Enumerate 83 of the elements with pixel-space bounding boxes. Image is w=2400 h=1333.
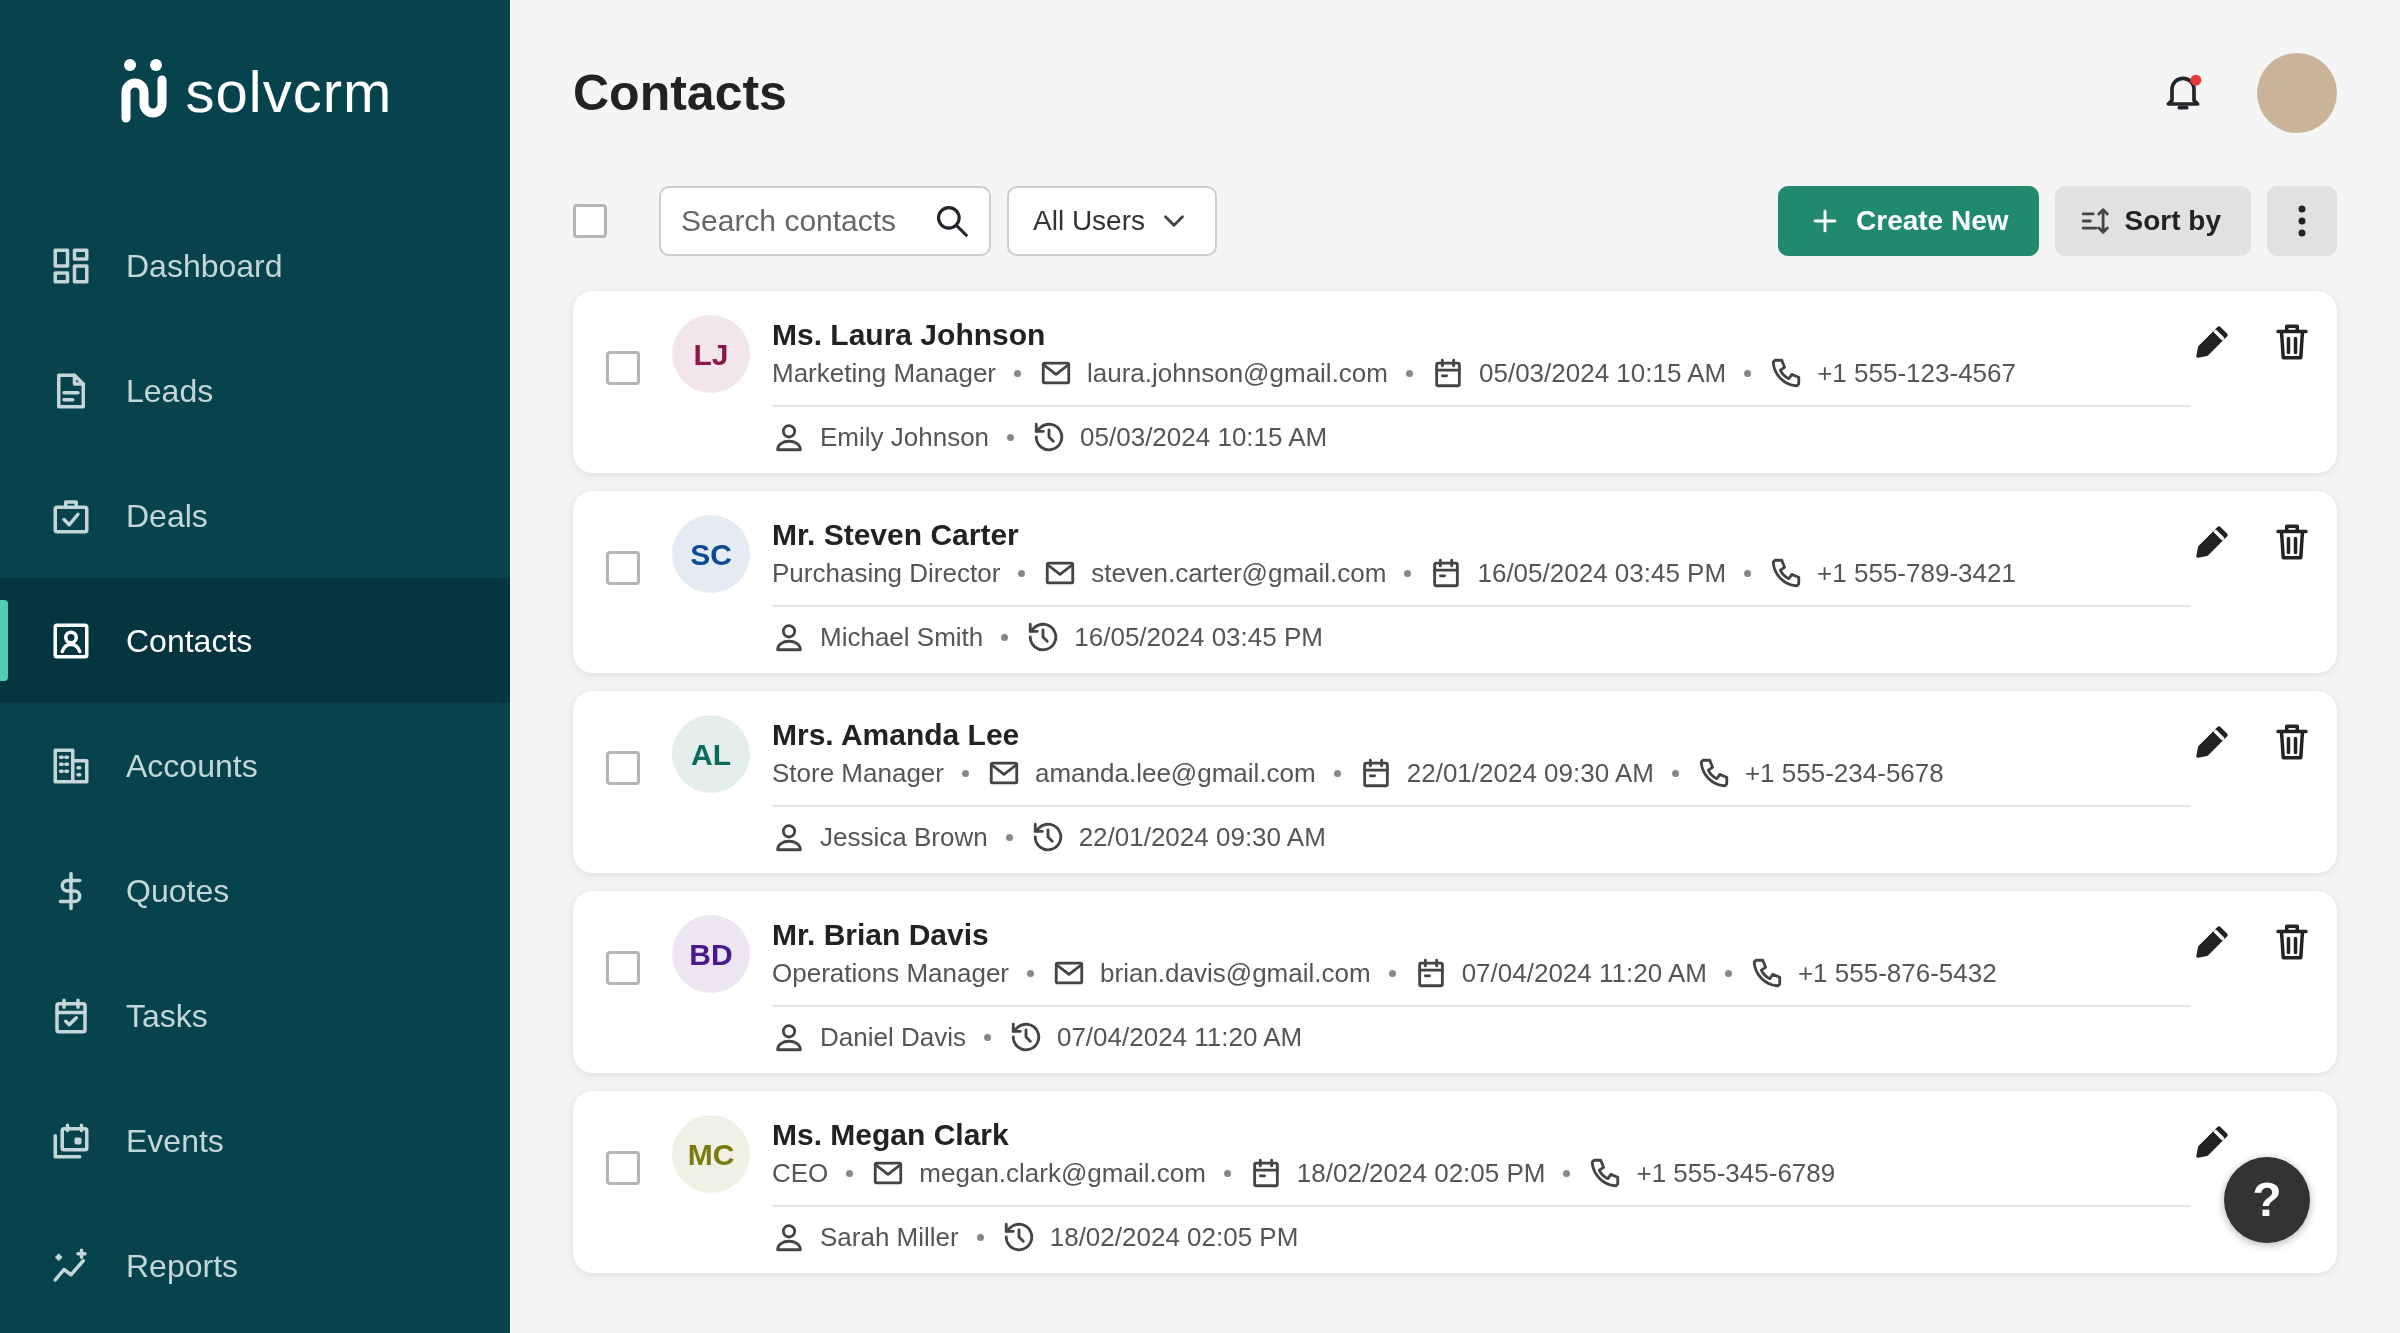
contact-name[interactable]: Mr. Steven Carter <box>772 515 2191 555</box>
updated-date: 05/03/2024 10:15 AM <box>1080 421 1328 454</box>
sidebar-item[interactable]: Accounts <box>0 703 510 828</box>
initials-avatar: BD <box>672 915 750 993</box>
created-date: 07/04/2024 11:20 AM <box>1461 957 1707 990</box>
more-vertical-icon <box>2297 204 2307 238</box>
owner-name: Sarah Miller <box>820 1221 959 1254</box>
separator-dot <box>1671 769 1679 777</box>
separator-dot <box>1018 569 1026 577</box>
sort-button[interactable]: Sort by <box>2054 186 2251 256</box>
initials-avatar: MC <box>672 1115 750 1193</box>
separator-dot <box>846 1169 854 1177</box>
job-title: Operations Manager <box>772 957 1010 990</box>
contact-name[interactable]: Mrs. Amanda Lee <box>772 715 2191 755</box>
row-checkbox[interactable] <box>606 551 640 585</box>
initials-avatar: AL <box>672 715 750 793</box>
updated-date: 16/05/2024 03:45 PM <box>1074 621 1323 654</box>
contact-name[interactable]: Ms. Laura Johnson <box>772 315 2191 355</box>
phone-number: +1 555-123-4567 <box>1817 357 2016 390</box>
separator-dot <box>1404 569 1412 577</box>
phone-number: +1 555-789-3421 <box>1817 557 2016 590</box>
separator-dot <box>1014 369 1021 377</box>
separator-dot <box>976 1233 984 1241</box>
separator-dot <box>1406 369 1413 377</box>
contact-name[interactable]: Mr. Brian Davis <box>772 915 2191 955</box>
sidebar-item[interactable]: Leads <box>0 328 510 453</box>
owner-name: Jessica Brown <box>820 821 988 854</box>
phone-number: +1 555-876-5432 <box>1797 957 1997 990</box>
initials-avatar: SC <box>672 515 750 593</box>
separator-dot <box>1027 969 1035 977</box>
owner-name: Michael Smith <box>820 621 984 654</box>
row-checkbox[interactable] <box>606 951 640 985</box>
separator-dot <box>1744 369 1752 377</box>
sidebar-item[interactable]: Events <box>0 1078 510 1203</box>
sidebar-item[interactable]: Quotes <box>0 828 510 953</box>
more-options-button[interactable] <box>2267 186 2337 256</box>
created-date: 05/03/2024 10:15 AM <box>1479 357 1727 390</box>
updated-date: 22/01/2024 09:30 AM <box>1078 821 1326 854</box>
owner-name: Daniel Davis <box>820 1021 966 1054</box>
brand-name: solvcrm <box>185 62 393 121</box>
search-field[interactable]: Search contacts <box>659 186 991 256</box>
job-title: Marketing Manager <box>772 357 996 390</box>
separator-dot <box>1007 433 1015 441</box>
created-date: 18/02/2024 02:05 PM <box>1296 1157 1546 1190</box>
separator-dot <box>1223 1169 1231 1177</box>
updated-date: 18/02/2024 02:05 PM <box>1049 1221 1299 1254</box>
job-title: Purchasing Director <box>772 557 1001 590</box>
phone-number: +1 555-234-5678 <box>1744 757 1944 790</box>
job-title: Store Manager <box>772 757 944 790</box>
create-new-button[interactable]: Create New <box>1778 186 2039 256</box>
email-text: laura.johnson@gmail.com <box>1087 357 1388 390</box>
separator-dot <box>1563 1169 1571 1177</box>
row-checkbox[interactable] <box>606 1151 640 1185</box>
initials-avatar: LJ <box>672 315 750 393</box>
contact-name[interactable]: Ms. Megan Clark <box>772 1115 2191 1155</box>
filter-dropdown[interactable]: All Users <box>1007 186 1217 256</box>
email-text: megan.clark@gmail.com <box>919 1157 1206 1190</box>
phone-number: +1 555-345-6789 <box>1636 1157 1836 1190</box>
email-text: amanda.lee@gmail.com <box>1035 757 1316 790</box>
separator-dot <box>1333 769 1341 777</box>
separator-dot <box>1724 969 1732 977</box>
row-checkbox[interactable] <box>606 751 640 785</box>
email-text: steven.carter@gmail.com <box>1091 557 1387 590</box>
job-title: CEO <box>772 1157 829 1190</box>
sidebar-item[interactable]: Dashboard <box>0 203 510 328</box>
separator-dot <box>962 769 969 777</box>
separator-dot <box>1001 633 1009 641</box>
sidebar-item[interactable]: Tasks <box>0 953 510 1078</box>
page-title: Contacts <box>573 63 787 123</box>
created-date: 16/05/2024 03:45 PM <box>1477 557 1727 590</box>
select-all-checkbox[interactable] <box>573 204 607 238</box>
created-date: 22/01/2024 09:30 AM <box>1406 757 1654 790</box>
updated-date: 07/04/2024 11:20 AM <box>1056 1021 1303 1054</box>
sidebar-item[interactable]: Contacts <box>0 578 510 703</box>
separator-dot <box>1744 569 1752 577</box>
sidebar-item[interactable]: Deals <box>0 453 510 578</box>
sidebar-item[interactable]: Reports <box>0 1203 510 1328</box>
separator-dot <box>1005 833 1013 841</box>
owner-name: Emily Johnson <box>820 421 990 454</box>
separator-dot <box>983 1033 991 1041</box>
separator-dot <box>1388 969 1396 977</box>
email-text: brian.davis@gmail.com <box>1100 957 1371 990</box>
row-checkbox[interactable] <box>606 351 640 385</box>
